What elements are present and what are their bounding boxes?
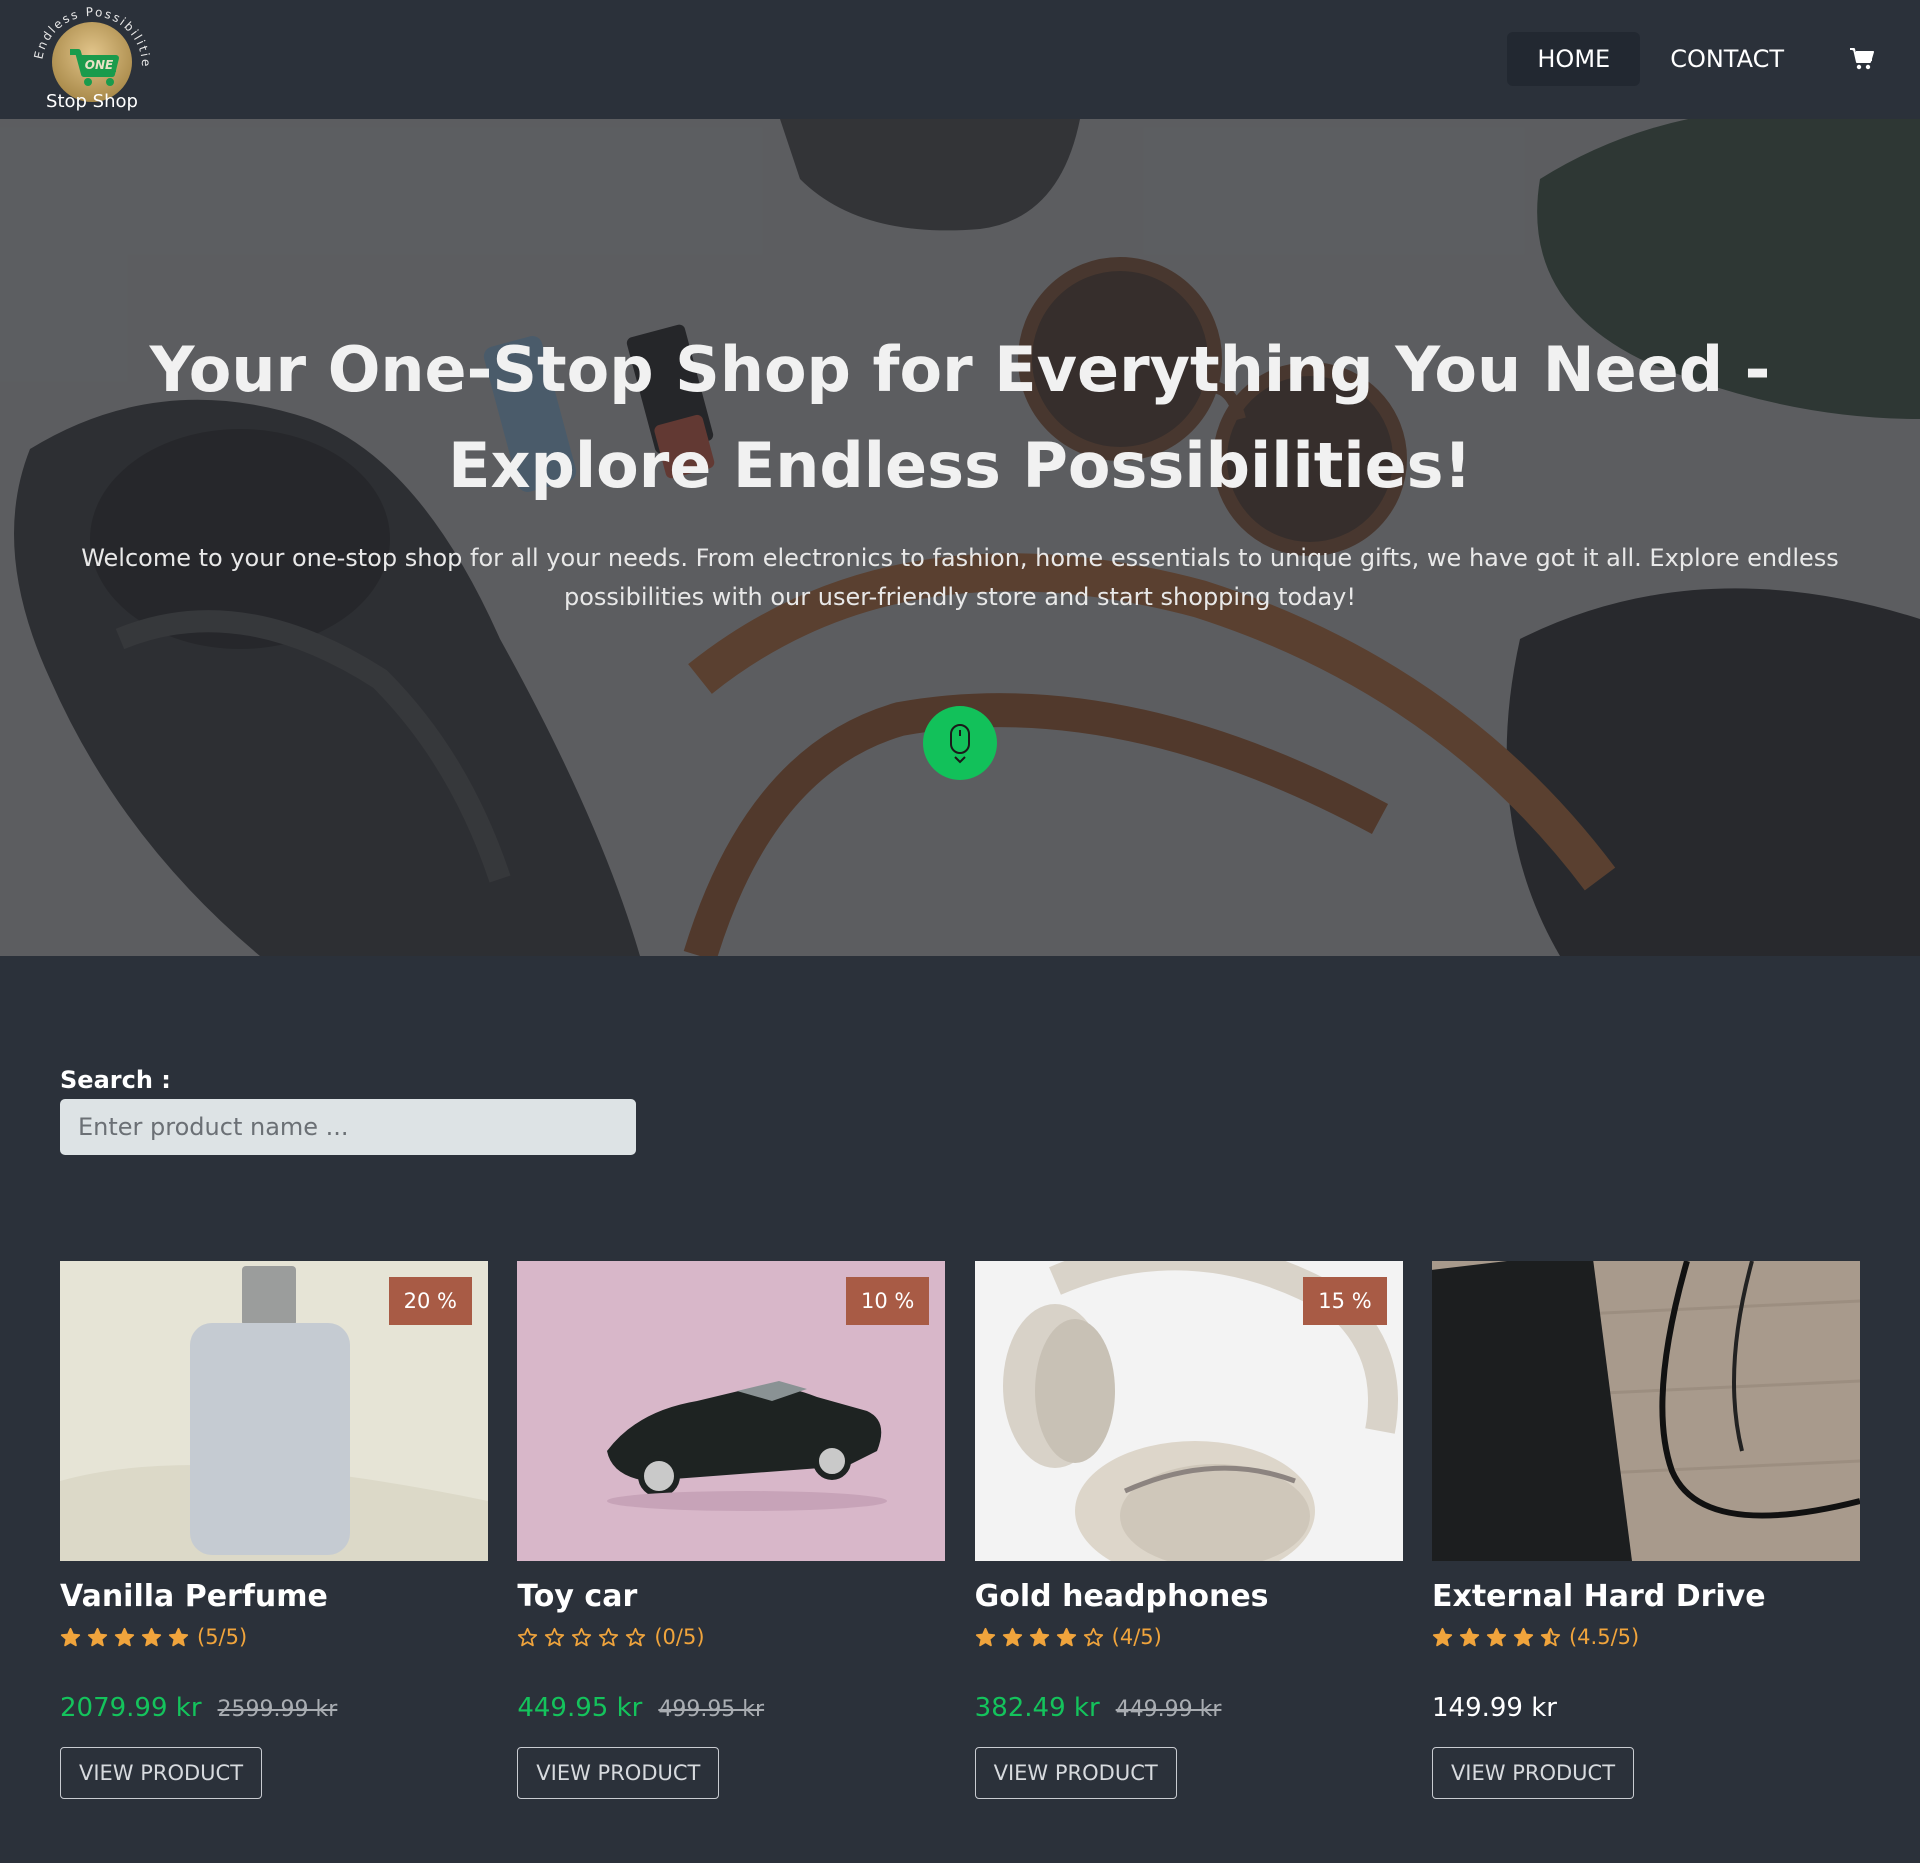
star-full-icon — [1432, 1627, 1453, 1646]
rating-text: (0/5) — [654, 1625, 705, 1649]
star-full-icon — [1002, 1627, 1022, 1646]
product-name: External Hard Drive — [1431, 1579, 1766, 1614]
price-original: 2599.99 kr — [217, 1697, 338, 1722]
search-input[interactable] — [60, 1099, 636, 1155]
product-name: Vanilla Perfume — [60, 1579, 328, 1614]
view-product-button[interactable]: VIEW PRODUCT — [1431, 1747, 1634, 1799]
navbar: Endless Possibilities ONE Stop Shop HOME… — [0, 0, 1920, 119]
star-full-icon — [87, 1627, 108, 1646]
star-full-icon — [60, 1627, 81, 1646]
price-current: 2079.99 kr — [60, 1693, 202, 1723]
discount-badge: 10 % — [845, 1277, 930, 1325]
star-empty-icon — [518, 1627, 538, 1646]
rating-text: (5/5) — [197, 1625, 248, 1649]
star-empty-icon — [545, 1627, 565, 1646]
discount-badge: 20 % — [388, 1277, 472, 1325]
shopping-cart-icon — [1850, 48, 1874, 70]
star-empty-icon — [1083, 1627, 1103, 1646]
price-original: 449.99 kr — [1115, 1697, 1222, 1722]
nav-home[interactable]: HOME — [1507, 32, 1641, 86]
view-product-button[interactable]: VIEW PRODUCT — [974, 1747, 1177, 1799]
rating-text: (4/5) — [1111, 1625, 1162, 1649]
price-original: 499.95 kr — [658, 1697, 765, 1722]
mouse-scroll-icon — [950, 724, 970, 764]
logo-badge-text: ONE — [85, 58, 114, 72]
nav-contact[interactable]: CONTACT — [1640, 32, 1814, 86]
hero-description: Welcome to your one-stop shop for all yo… — [81, 544, 1839, 611]
price-current: 149.99 kr — [1431, 1693, 1557, 1723]
search-label: Search : — [60, 1066, 171, 1094]
star-full-icon — [141, 1627, 162, 1646]
main-nav: HOME CONTACT — [1507, 32, 1880, 86]
star-full-icon — [1486, 1627, 1507, 1646]
price-current: 449.95 kr — [517, 1693, 643, 1723]
view-product-button[interactable]: VIEW PRODUCT — [60, 1747, 262, 1799]
view-product-button[interactable]: VIEW PRODUCT — [517, 1747, 720, 1799]
star-full-icon — [975, 1627, 995, 1646]
product-card: 20 % Vanilla Perfume (5/5) 2079.99 kr 25… — [60, 1261, 488, 1799]
product-image-link[interactable]: 10 % — [517, 1261, 946, 1561]
product-rating: (4/5) — [975, 1623, 1403, 1651]
product-card: External Hard Drive (4.5/5) 149.99 kr VI… — [1431, 1261, 1860, 1799]
product-image-link[interactable]: 20 % — [60, 1261, 488, 1561]
product-grid: 20 % Vanilla Perfume (5/5) 2079.99 kr 25… — [60, 1261, 1860, 1799]
product-prices: 149.99 kr — [1432, 1693, 1860, 1729]
product-name: Gold headphones — [974, 1579, 1269, 1614]
star-full-icon — [1029, 1627, 1049, 1646]
star-empty-icon — [626, 1627, 646, 1646]
product-prices: 382.49 kr 449.99 kr — [975, 1693, 1403, 1729]
product-prices: 449.95 kr 499.95 kr — [517, 1693, 945, 1729]
product-image-link[interactable] — [1431, 1261, 1860, 1561]
product-rating: (5/5) — [60, 1623, 488, 1651]
star-full-icon — [168, 1627, 189, 1646]
star-full-icon — [1056, 1627, 1076, 1646]
logo-name: Stop Shop — [46, 91, 138, 112]
star-empty-icon — [599, 1627, 619, 1646]
hard-drive-image — [1431, 1261, 1860, 1561]
product-prices: 2079.99 kr 2599.99 kr — [60, 1693, 488, 1729]
cart-button[interactable] — [1844, 32, 1880, 86]
price-current: 382.49 kr — [974, 1693, 1100, 1723]
product-rating: (0/5) — [517, 1623, 945, 1651]
product-card: 10 % Toy car (0/5) 449.95 kr 499.95 kr V… — [517, 1261, 946, 1799]
star-full-icon — [1459, 1627, 1480, 1646]
rating-text: (4.5/5) — [1568, 1625, 1640, 1649]
hero-overlay — [0, 119, 1920, 956]
discount-badge: 15 % — [1303, 1277, 1387, 1325]
product-rating: (4.5/5) — [1432, 1623, 1860, 1651]
logo-emblem-icon: Endless Possibilities ONE Stop Shop — [26, 0, 151, 112]
star-full-icon — [1513, 1627, 1534, 1646]
product-name: Toy car — [517, 1579, 638, 1614]
star-half-icon — [1540, 1627, 1561, 1646]
brand-logo[interactable]: Endless Possibilities ONE Stop Shop — [26, 0, 155, 116]
star-full-icon — [114, 1627, 135, 1646]
product-card: 15 % Gold headphones (4/5) 382.49 kr 449… — [974, 1261, 1403, 1799]
product-image-link[interactable]: 15 % — [974, 1261, 1403, 1561]
scroll-down-button[interactable] — [923, 706, 997, 780]
hero-section: Your One-Stop Shop for Everything You Ne… — [0, 119, 1920, 956]
hero-title: Your One-Stop Shop for Everything You Ne… — [149, 333, 1771, 502]
star-empty-icon — [572, 1627, 592, 1646]
